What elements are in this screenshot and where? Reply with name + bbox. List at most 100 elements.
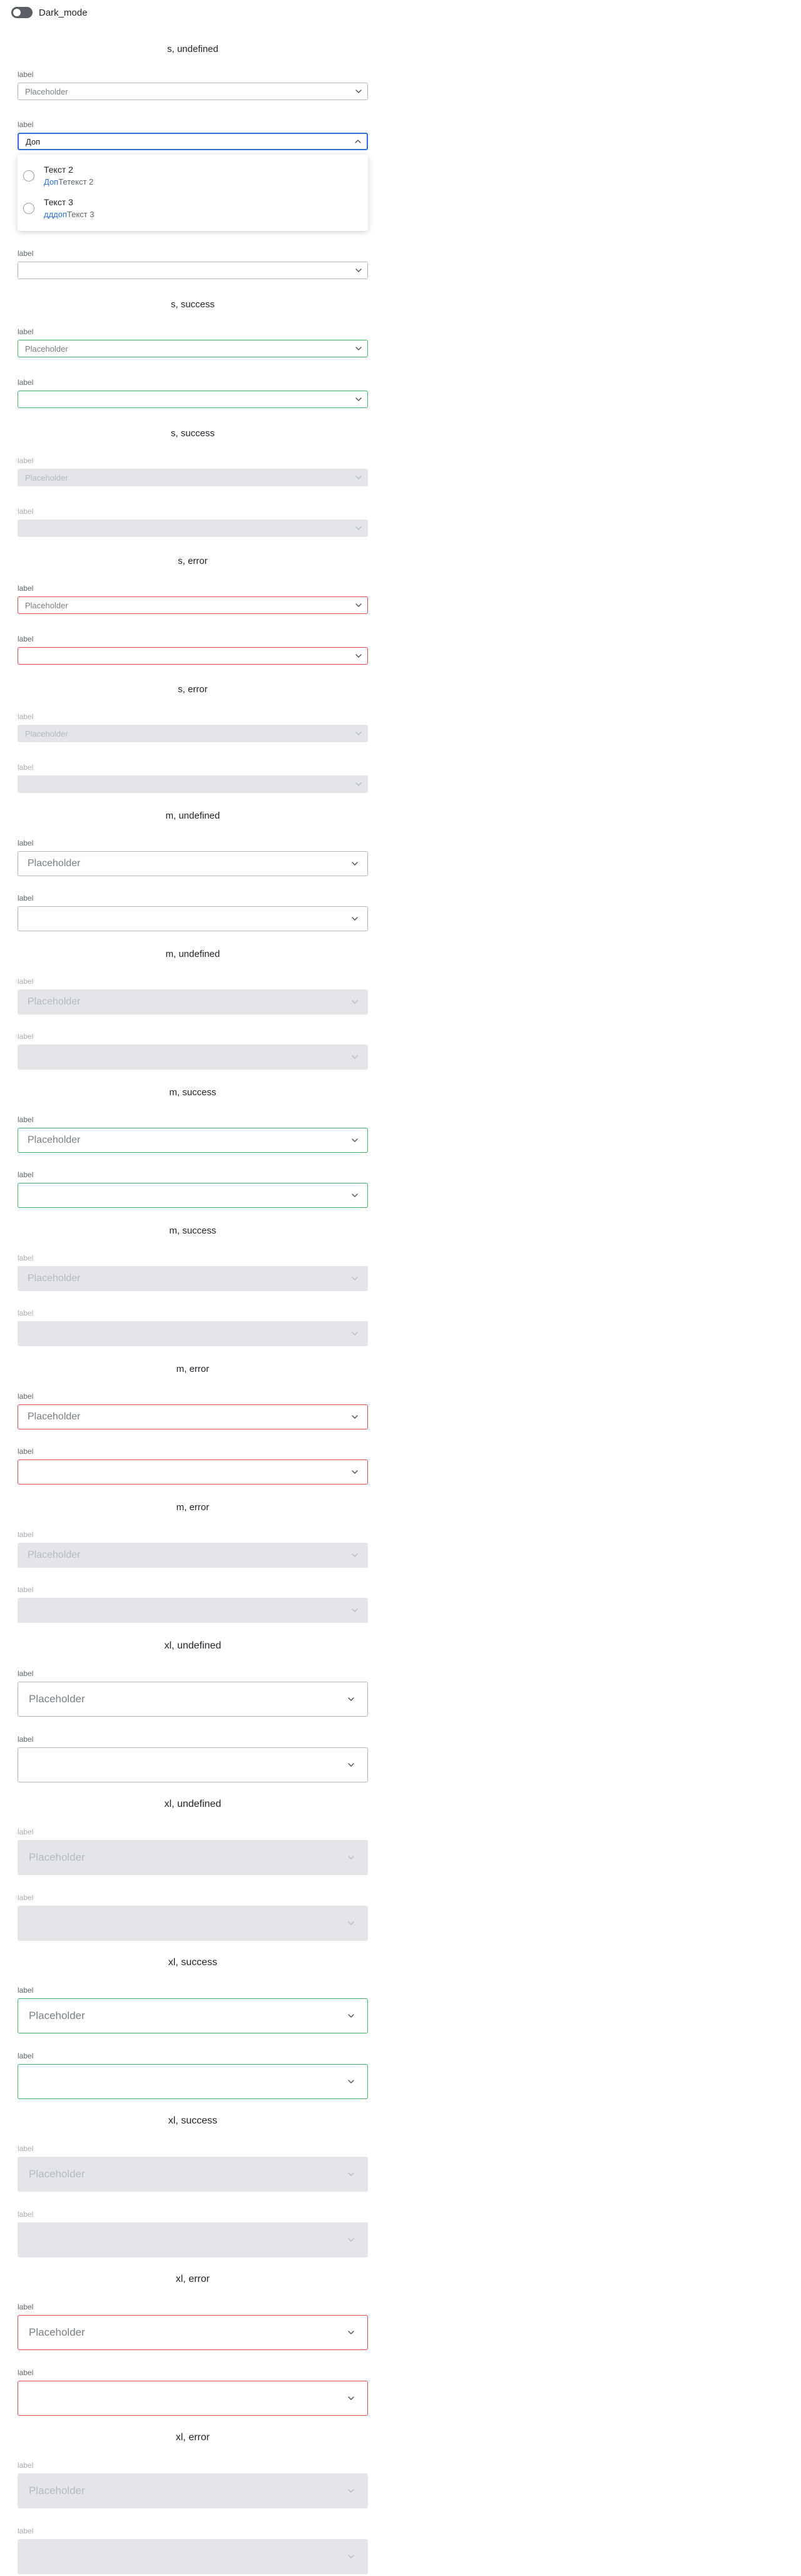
chevron-down-icon[interactable] <box>350 601 367 609</box>
select-input[interactable]: Placeholder <box>18 1998 368 2033</box>
chevron-down-icon[interactable] <box>335 2078 367 2085</box>
field-label: label <box>18 2052 34 2060</box>
dropdown-option[interactable]: Текст 2 ДопТетекст 2 <box>18 161 368 193</box>
dark-mode-label: Dark_mode <box>39 7 88 18</box>
select-input[interactable]: Placeholder <box>18 1128 368 1153</box>
option-title: Текст 3 <box>44 197 73 207</box>
option-title: Текст 2 <box>44 165 73 175</box>
select-input <box>18 519 368 537</box>
chevron-down-icon <box>335 2553 367 2560</box>
field-label: label <box>18 2144 34 2153</box>
dropdown-option[interactable]: Текст 3 дддопТекст 3 <box>18 193 368 226</box>
chevron-down-icon <box>342 1053 367 1061</box>
field-label: label <box>18 456 34 465</box>
select-placeholder: Placeholder <box>29 1851 85 1863</box>
field-label: label <box>18 839 34 847</box>
field-label: label <box>18 507 34 516</box>
chevron-down-icon[interactable] <box>342 1137 367 1144</box>
section-title: xl, error <box>175 2432 210 2443</box>
field-label: label <box>18 1032 34 1041</box>
radio-icon[interactable] <box>23 170 34 181</box>
chevron-down-icon[interactable] <box>350 88 367 95</box>
select-input <box>18 775 368 793</box>
section-title: xl, success <box>168 1957 218 1968</box>
chevron-down-icon[interactable] <box>335 2395 367 2402</box>
field-label: label <box>18 1893 34 1902</box>
select-input[interactable]: Placeholder <box>18 596 368 614</box>
select-input[interactable] <box>18 391 368 408</box>
dark-mode-toggle[interactable] <box>11 7 33 18</box>
section-title: s, error <box>178 684 208 695</box>
section-title: m, error <box>176 1502 210 1513</box>
chevron-down-icon <box>342 1551 367 1559</box>
select-placeholder: Placeholder <box>29 2485 85 2497</box>
select-placeholder: Placeholder <box>25 728 68 739</box>
chevron-down-icon <box>342 1330 367 1337</box>
section-title: m, undefined <box>165 949 220 959</box>
field-label: label <box>18 1735 34 1744</box>
select-placeholder: Placeholder <box>28 1273 81 1284</box>
section-title: xl, success <box>168 2115 218 2126</box>
select-placeholder: Placeholder <box>28 1135 81 1145</box>
field-label: label <box>18 1530 34 1539</box>
select-input[interactable]: Placeholder <box>18 2315 368 2350</box>
field-label: label <box>18 1170 34 1179</box>
dark-mode-toggle-row[interactable]: Dark_mode <box>11 6 88 19</box>
chevron-down-icon[interactable] <box>342 915 367 923</box>
field-label: label <box>18 1254 34 1262</box>
field-label: label <box>18 763 34 772</box>
chevron-down-icon <box>335 2236 367 2244</box>
select-placeholder: Placeholder <box>28 1550 81 1560</box>
chevron-down-icon[interactable] <box>342 1192 367 1199</box>
field-label: label <box>18 635 34 643</box>
radio-icon[interactable] <box>23 203 34 214</box>
field-label: label <box>18 2527 34 2535</box>
chevron-down-icon[interactable] <box>335 1695 367 1703</box>
chevron-down-icon <box>335 1919 367 1927</box>
select-input-open[interactable]: Доп <box>18 133 368 150</box>
option-subtitle: дддопТекст 3 <box>44 210 94 219</box>
chevron-down-icon[interactable] <box>350 652 367 660</box>
section-title: m, error <box>176 1364 210 1374</box>
select-input[interactable]: Placeholder <box>18 1682 368 1717</box>
field-label: label <box>18 378 34 387</box>
select-input[interactable] <box>18 647 368 665</box>
select-input[interactable] <box>18 906 368 931</box>
select-placeholder: Placeholder <box>28 1411 81 1422</box>
chevron-down-icon[interactable] <box>335 2012 367 2020</box>
field-label: label <box>18 1585 34 1594</box>
field-label: label <box>18 977 34 986</box>
select-input[interactable]: Placeholder <box>18 340 368 357</box>
option-subtitle: ДопТетекст 2 <box>44 177 93 187</box>
chevron-down-icon[interactable] <box>335 2329 367 2336</box>
select-input[interactable] <box>18 1459 368 1485</box>
field-label: label <box>18 1309 34 1317</box>
select-input[interactable]: Placeholder <box>18 83 368 100</box>
chevron-down-icon[interactable] <box>350 267 367 274</box>
field-label: label <box>18 1669 34 1678</box>
chevron-down-icon <box>342 1607 367 1614</box>
chevron-down-icon <box>335 1854 367 1861</box>
select-placeholder: Placeholder <box>29 2326 85 2338</box>
field-label: label <box>18 1392 34 1401</box>
select-input[interactable]: Placeholder <box>18 1404 368 1429</box>
select-input[interactable] <box>18 1183 368 1208</box>
chevron-up-icon[interactable] <box>349 138 367 145</box>
section-title: m, success <box>169 1225 217 1236</box>
chevron-down-icon[interactable] <box>335 1761 367 1769</box>
select-input[interactable] <box>18 262 368 279</box>
chevron-down-icon[interactable] <box>350 396 367 403</box>
option-subtitle-rest: Текст 3 <box>67 210 94 219</box>
select-input[interactable]: Placeholder <box>18 851 368 876</box>
chevron-down-icon[interactable] <box>350 345 367 352</box>
field-label: label <box>18 249 34 258</box>
chevron-down-icon[interactable] <box>342 1468 367 1476</box>
select-input: Placeholder <box>18 725 368 742</box>
select-input[interactable] <box>18 2064 368 2099</box>
chevron-down-icon <box>342 1275 367 1282</box>
select-input[interactable] <box>18 1747 368 1782</box>
chevron-down-icon[interactable] <box>342 860 367 867</box>
section-title: xl, undefined <box>164 1799 222 1809</box>
chevron-down-icon[interactable] <box>342 1413 367 1421</box>
select-input[interactable] <box>18 2381 368 2416</box>
